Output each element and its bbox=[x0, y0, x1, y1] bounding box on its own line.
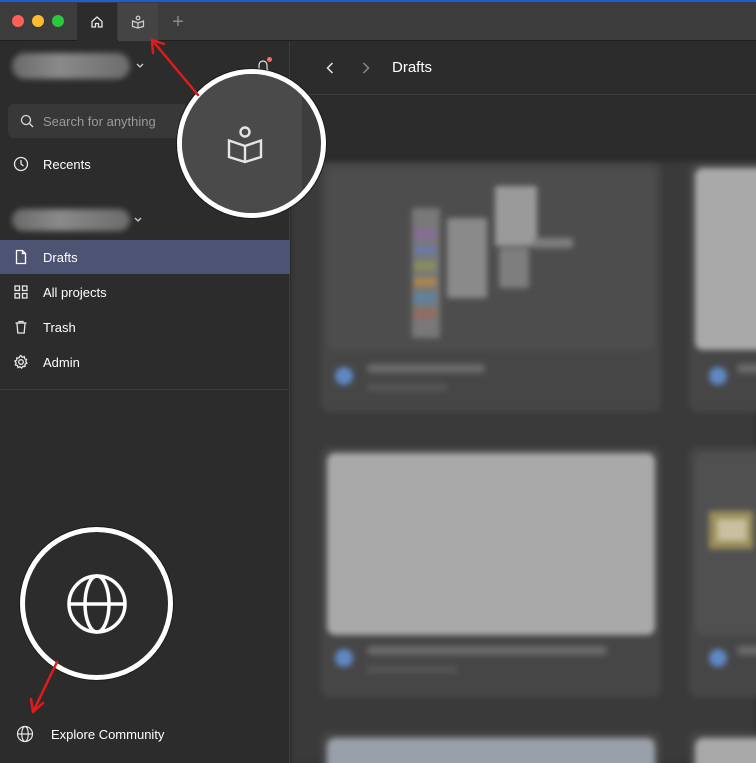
sidebar-item-label: Drafts bbox=[43, 249, 78, 265]
globe-icon bbox=[16, 725, 34, 743]
thumbnail-detail bbox=[412, 208, 440, 338]
notification-dot bbox=[267, 57, 272, 62]
community-book-icon bbox=[131, 15, 145, 29]
sidebar-item-label: Trash bbox=[43, 319, 76, 335]
file-name-blurred bbox=[737, 364, 756, 373]
thumbnail-detail bbox=[533, 238, 573, 248]
file-card[interactable] bbox=[689, 162, 756, 412]
file-card[interactable] bbox=[321, 162, 661, 412]
explore-community-callout bbox=[20, 527, 173, 680]
chevron-right-icon bbox=[362, 62, 370, 74]
chevron-down-icon bbox=[136, 63, 144, 68]
thumbnail-detail bbox=[414, 278, 436, 286]
title-bar: + bbox=[0, 0, 756, 41]
thumbnail-detail bbox=[414, 294, 436, 302]
file-card[interactable] bbox=[689, 447, 756, 697]
maximize-window-button[interactable] bbox=[52, 15, 64, 27]
file-card[interactable] bbox=[321, 732, 661, 763]
file-card[interactable] bbox=[689, 732, 756, 763]
thumbnail-detail bbox=[495, 186, 537, 246]
thumbnail-detail bbox=[414, 246, 436, 254]
thumbnail-detail bbox=[414, 310, 436, 318]
file-thumbnail bbox=[695, 738, 756, 763]
chevron-left-icon bbox=[326, 62, 334, 74]
sidebar-item-label: Admin bbox=[43, 354, 80, 370]
close-window-button[interactable] bbox=[12, 15, 24, 27]
account-name-redacted bbox=[12, 53, 130, 79]
home-icon bbox=[91, 16, 103, 28]
file-name-blurred bbox=[737, 646, 756, 655]
window-top-edge bbox=[0, 0, 756, 2]
file-card[interactable] bbox=[321, 447, 661, 697]
file-thumbnail bbox=[695, 168, 756, 350]
page-title: Drafts bbox=[392, 59, 433, 76]
thumbnail-detail bbox=[414, 230, 436, 238]
toolbar-strip bbox=[291, 96, 756, 162]
file-icon bbox=[15, 249, 27, 265]
grid-icon bbox=[14, 285, 28, 299]
files-grid-blurred bbox=[291, 162, 756, 763]
thumbnail-detail bbox=[414, 262, 436, 270]
search-input[interactable] bbox=[43, 113, 183, 129]
file-thumbnail bbox=[327, 453, 655, 635]
add-tab-button[interactable]: + bbox=[160, 3, 196, 41]
thumbnail-detail bbox=[499, 248, 529, 288]
file-type-icon bbox=[335, 367, 353, 385]
file-type-icon bbox=[709, 649, 727, 667]
community-tab-callout bbox=[177, 69, 326, 218]
file-type-icon bbox=[709, 367, 727, 385]
main-header: Drafts bbox=[291, 42, 756, 95]
file-type-icon bbox=[335, 649, 353, 667]
back-button[interactable] bbox=[320, 58, 340, 78]
explore-community-link[interactable]: Explore Community bbox=[16, 722, 164, 746]
sidebar-item-admin[interactable]: Admin bbox=[0, 345, 290, 379]
tab-home[interactable] bbox=[77, 3, 117, 41]
forward-button[interactable] bbox=[356, 58, 376, 78]
sidebar-item-label: All projects bbox=[43, 284, 107, 300]
thumbnail-detail bbox=[717, 519, 747, 541]
file-thumbnail bbox=[695, 453, 756, 635]
sidebar-item-drafts[interactable]: Drafts bbox=[0, 240, 290, 274]
file-name-blurred bbox=[367, 364, 485, 373]
sidebar-divider bbox=[0, 389, 290, 390]
file-name-blurred bbox=[367, 646, 607, 655]
trash-icon bbox=[15, 320, 27, 334]
team-name-redacted bbox=[12, 209, 130, 231]
team-switcher[interactable] bbox=[12, 208, 142, 232]
clock-icon bbox=[13, 156, 29, 172]
chevron-down-icon bbox=[134, 217, 142, 222]
account-switcher[interactable] bbox=[12, 52, 144, 80]
sidebar-item-trash[interactable]: Trash bbox=[0, 310, 290, 344]
file-date-blurred bbox=[367, 666, 457, 673]
file-thumbnail bbox=[327, 168, 655, 350]
sidebar-item-all-projects[interactable]: All projects bbox=[0, 275, 290, 309]
tab-community[interactable] bbox=[118, 3, 158, 41]
minimize-window-button[interactable] bbox=[32, 15, 44, 27]
search-icon bbox=[20, 114, 34, 128]
file-thumbnail bbox=[327, 738, 655, 763]
community-book-icon bbox=[227, 125, 262, 163]
file-date-blurred bbox=[367, 384, 447, 391]
globe-icon bbox=[66, 573, 127, 634]
main-panel: Drafts bbox=[291, 42, 756, 763]
sidebar-item-label: Recents bbox=[43, 156, 91, 172]
search-bar[interactable] bbox=[8, 104, 188, 138]
explore-community-label: Explore Community bbox=[51, 726, 165, 742]
thumbnail-detail bbox=[447, 218, 487, 298]
gear-icon bbox=[13, 354, 28, 370]
